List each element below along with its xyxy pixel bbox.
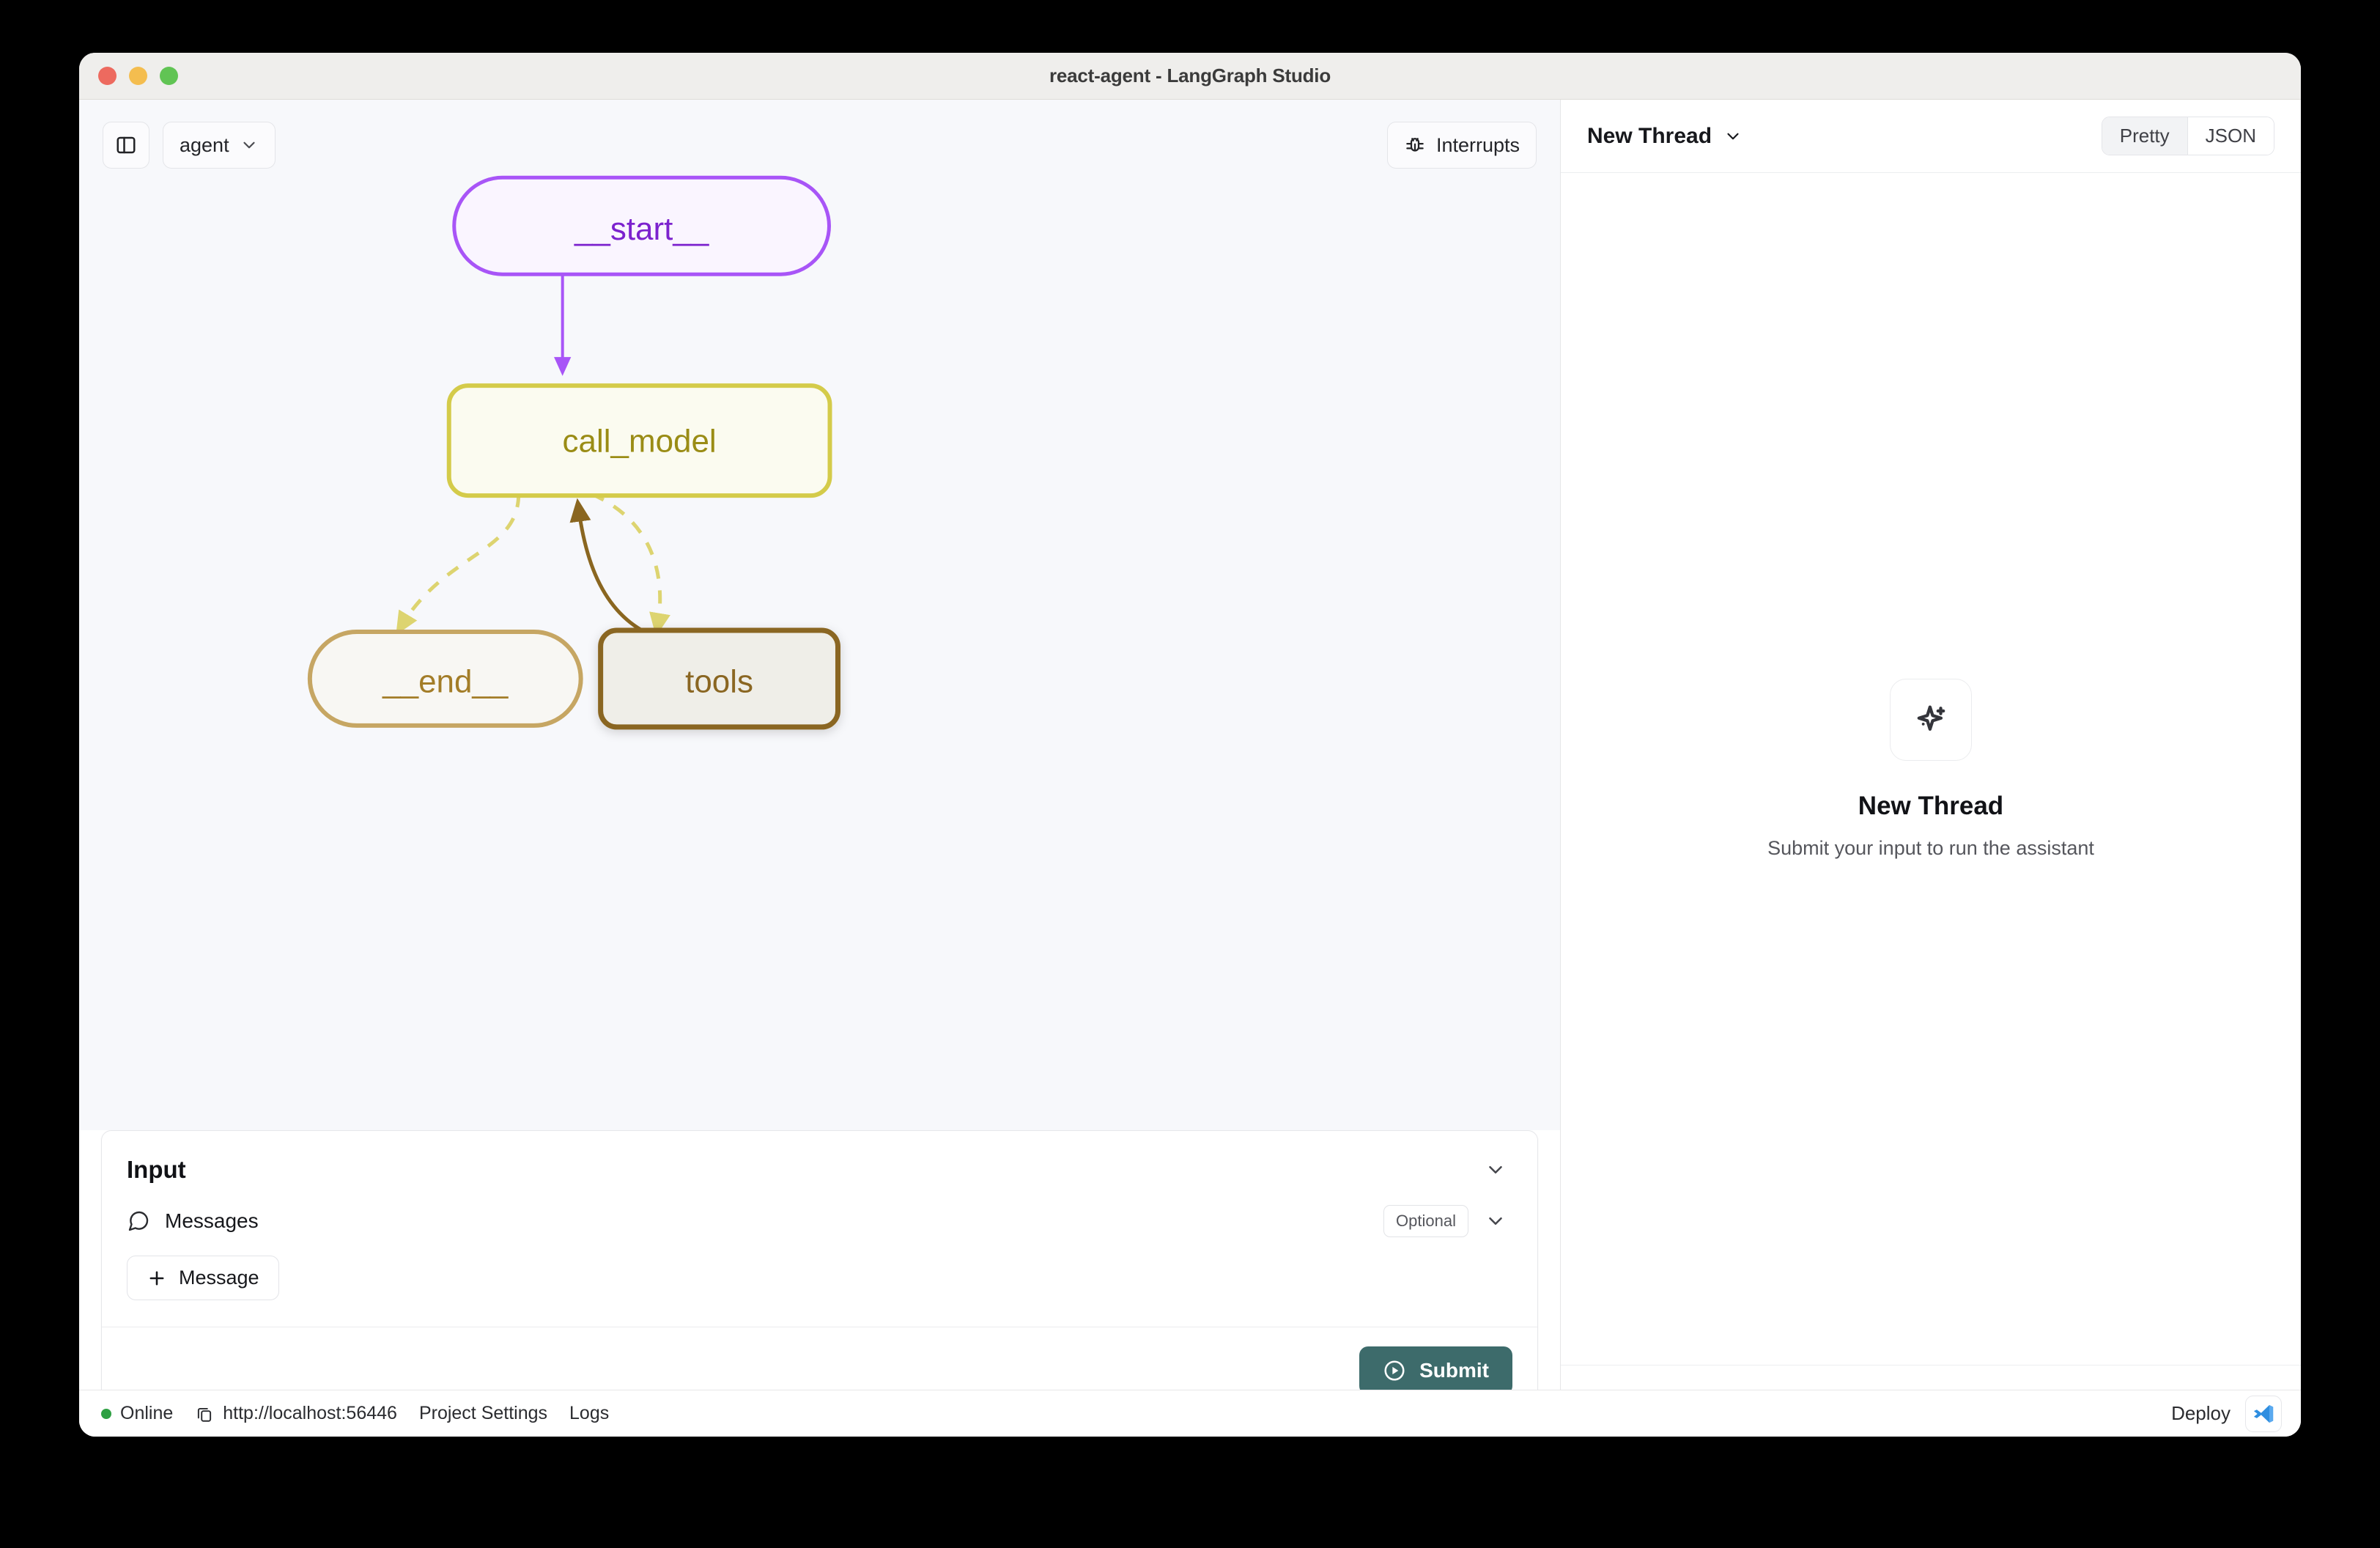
input-panel-collapse-button[interactable] xyxy=(1479,1153,1512,1187)
minimize-window-button[interactable] xyxy=(129,67,147,85)
status-bar-right: Deploy xyxy=(2171,1395,2282,1432)
add-message-label: Message xyxy=(179,1267,259,1289)
maximize-window-button[interactable] xyxy=(160,67,178,85)
window-title: react-agent - LangGraph Studio xyxy=(1049,64,1331,86)
empty-state-subtitle: Submit your input to run the assistant xyxy=(1767,836,2094,859)
submit-button[interactable]: Submit xyxy=(1359,1346,1512,1395)
view-mode-pretty[interactable]: Pretty xyxy=(2102,117,2187,155)
plus-icon xyxy=(147,1268,167,1289)
messages-field-left: Messages xyxy=(127,1209,259,1233)
graph-toolbar-right: Interrupts xyxy=(1386,122,1537,169)
optional-badge: Optional xyxy=(1383,1205,1468,1237)
graph-node-start-label: __start__ xyxy=(574,211,709,247)
status-bar-left: Online http://localhost:56446 Project Se… xyxy=(101,1403,609,1424)
window-titlebar: react-agent - LangGraph Studio xyxy=(79,53,2301,100)
thread-selector[interactable]: New Thread xyxy=(1587,124,1742,149)
copy-icon[interactable] xyxy=(195,1404,214,1423)
online-status: Online xyxy=(101,1403,173,1424)
graph-diagram: __start__ call_model __end__ tools xyxy=(307,175,840,730)
status-dot-icon xyxy=(101,1408,111,1419)
vscode-icon xyxy=(2252,1403,2274,1425)
graph-edge-tools-to-call-model xyxy=(569,498,651,637)
server-url-item[interactable]: http://localhost:56446 xyxy=(195,1403,397,1424)
right-pane: New Thread Pretty JSON New Thread Submit… xyxy=(1561,100,2301,1437)
deploy-link[interactable]: Deploy xyxy=(2171,1402,2231,1425)
project-settings-link[interactable]: Project Settings xyxy=(419,1403,547,1424)
thread-header: New Thread Pretty JSON xyxy=(1561,100,2301,173)
graph-node-end[interactable]: __end__ xyxy=(307,629,583,728)
graph-node-start[interactable]: __start__ xyxy=(452,175,831,276)
messages-field-row: Messages Optional xyxy=(102,1200,1537,1245)
status-bar: Online http://localhost:56446 Project Se… xyxy=(79,1390,2301,1437)
graph-edge-call-model-to-tools xyxy=(591,492,670,637)
traffic-light-group xyxy=(98,53,178,99)
graph-canvas[interactable]: agent Interrupts __start__ call_model __… xyxy=(79,100,1560,1130)
left-pane: agent Interrupts __start__ call_model __… xyxy=(79,100,1561,1437)
view-mode-json[interactable]: JSON xyxy=(2187,117,2274,155)
graph-node-tools-label: tools xyxy=(685,663,753,699)
sparkles-icon-box xyxy=(1890,678,1972,761)
assistant-select[interactable]: agent xyxy=(163,122,276,169)
close-window-button[interactable] xyxy=(98,67,117,85)
empty-state-title: New Thread xyxy=(1858,791,2004,820)
logs-link[interactable]: Logs xyxy=(569,1403,609,1424)
sparkles-icon xyxy=(1911,700,1951,740)
messages-field-collapse-button[interactable] xyxy=(1479,1204,1512,1238)
thread-name-label: New Thread xyxy=(1587,123,1712,148)
thread-empty-state: New Thread Submit your input to run the … xyxy=(1561,173,2301,1365)
add-message-wrap: Message xyxy=(102,1245,1537,1327)
panel-toggle-button[interactable] xyxy=(103,122,149,169)
input-panel-header: Input xyxy=(102,1131,1537,1200)
graph-node-tools[interactable]: tools xyxy=(598,627,840,730)
panel-left-icon xyxy=(115,134,137,156)
online-status-label: Online xyxy=(120,1403,174,1423)
messages-field-label: Messages xyxy=(165,1209,259,1232)
view-mode-toggle: Pretty JSON xyxy=(2101,117,2274,155)
add-message-button[interactable]: Message xyxy=(127,1256,279,1300)
interrupts-button[interactable]: Interrupts xyxy=(1386,122,1537,169)
input-panel-title: Input xyxy=(127,1156,186,1183)
chevron-down-icon xyxy=(1723,127,1742,146)
app-window: react-agent - LangGraph Studio agent Int… xyxy=(79,53,2301,1437)
chevron-down-icon xyxy=(1485,1159,1507,1181)
input-panel: Input Messages Optional Message Submit xyxy=(101,1130,1538,1415)
play-circle-icon xyxy=(1383,1359,1406,1382)
graph-toolbar: agent xyxy=(103,122,276,169)
main-split: agent Interrupts __start__ call_model __… xyxy=(79,100,2301,1437)
assistant-select-label: agent xyxy=(180,133,229,156)
chevron-down-icon xyxy=(240,136,259,155)
submit-label: Submit xyxy=(1419,1359,1489,1382)
graph-node-call-model-label: call_model xyxy=(563,424,717,460)
open-in-vscode-button[interactable] xyxy=(2245,1395,2282,1432)
graph-edge-call-model-to-end xyxy=(396,494,521,635)
messages-field-right: Optional xyxy=(1383,1204,1512,1238)
graph-node-call-model[interactable]: call_model xyxy=(446,383,832,498)
server-url-label: http://localhost:56446 xyxy=(223,1403,397,1423)
bug-icon xyxy=(1404,134,1426,156)
message-bubble-icon xyxy=(127,1209,150,1233)
graph-node-end-label: __end__ xyxy=(382,663,509,699)
interrupts-label: Interrupts xyxy=(1435,133,1520,156)
